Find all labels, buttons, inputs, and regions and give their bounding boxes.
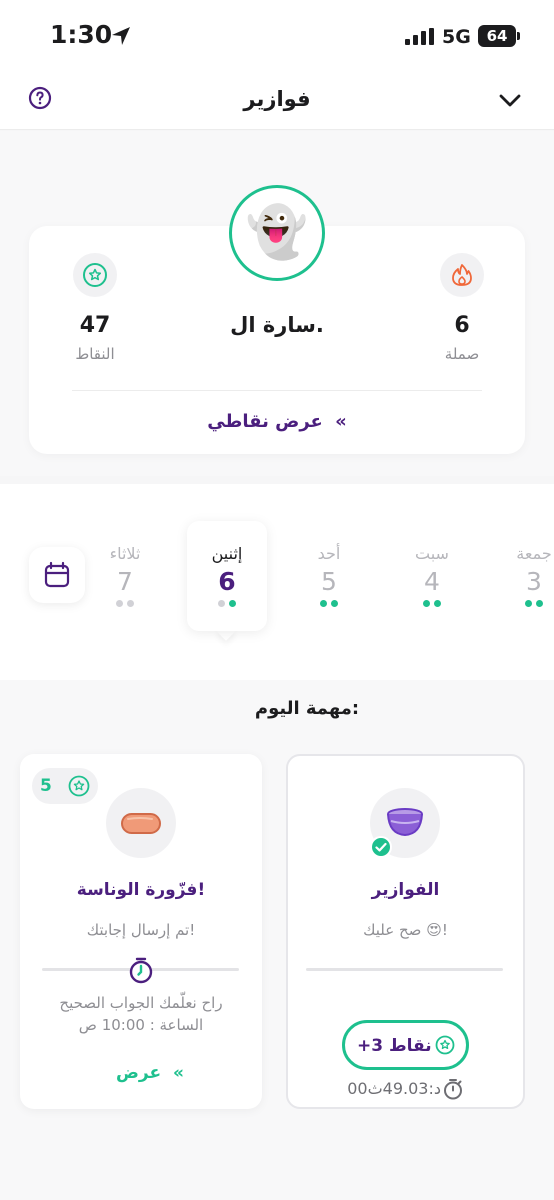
avatar[interactable]: 👻 (229, 185, 325, 281)
day-monday[interactable]: إثنين 6 (187, 544, 267, 607)
day-number: 7 (117, 567, 133, 596)
day-saturday[interactable]: سبت 4 (392, 544, 472, 607)
star-badge-icon (83, 263, 107, 287)
battery-tip (517, 32, 520, 40)
chevron-down-icon[interactable] (498, 88, 522, 112)
date-icon (121, 813, 161, 834)
day-number: 4 (424, 567, 440, 596)
day-status-dots (187, 600, 267, 607)
stopwatch-icon (129, 957, 153, 984)
battery-icon: 64 (478, 25, 516, 47)
view-answer-button[interactable]: عرض « (100, 1063, 200, 1083)
double-chevron-icon: « (173, 1063, 184, 1083)
flame-icon (452, 264, 472, 286)
network-label: 5G (442, 26, 471, 48)
points-earned-label: +3 نقاط (357, 1036, 432, 1056)
calendar-button[interactable] (29, 547, 85, 603)
day-status-dots (289, 600, 369, 607)
reward-value: 5 (40, 776, 52, 796)
status-bar: 1:30 5G 64 (0, 0, 554, 70)
points-earned-pill: +3 نقاط (342, 1020, 469, 1070)
day-status-dots (392, 600, 472, 607)
riddles-subtitle: صح عليك 😍! (363, 921, 448, 939)
calendar-icon (44, 561, 70, 588)
star-badge-icon (68, 775, 90, 797)
day-number: 3 (526, 567, 542, 596)
location-arrow-icon (112, 27, 130, 45)
fun-riddle-heading: فزّورة الوناسة! (76, 880, 206, 900)
answer-reveal-text: راح نعلّمك الجواب الصحيح الساعة : 10:00 … (36, 992, 246, 1036)
day-sunday[interactable]: أحد 5 (289, 544, 369, 607)
view-answer-label: عرض (116, 1063, 162, 1083)
fun-riddle-subtitle: تم إرسال إجابتك! (86, 921, 196, 939)
card-divider (72, 390, 482, 391)
points-value: 47 (79, 313, 111, 338)
streak-icon-circle (440, 253, 484, 297)
reward-badge: 5 (32, 768, 98, 804)
user-name: سارة ال. (230, 313, 324, 337)
nav-bar: فوازير (0, 70, 554, 130)
status-time: 1:30 (50, 20, 113, 49)
double-chevron-icon: « (335, 411, 347, 432)
time-taken: 00د:49.03ث (347, 1079, 441, 1098)
day-name: سبت (415, 544, 449, 563)
answer-reveal-line1: راح نعلّمك الجواب الصحيح (59, 994, 223, 1012)
riddles-progress-line (306, 968, 503, 971)
signal-icon (405, 28, 434, 45)
day-status-dots (494, 600, 554, 607)
answer-reveal-line2: الساعة : 10:00 ص (78, 1016, 204, 1034)
day-tuesday[interactable]: ثلاثاء 7 (85, 544, 165, 607)
view-points-label: عرض نقاطي (207, 411, 323, 432)
day-name: جمعة (516, 544, 552, 563)
streak-label: صملة (444, 345, 480, 363)
check-badge-icon (370, 836, 392, 858)
day-status-dots (85, 600, 165, 607)
day-number: 5 (321, 567, 337, 596)
points-icon-circle (73, 253, 117, 297)
day-name: إثنين (211, 544, 243, 563)
page-title: فوازير (243, 87, 311, 111)
star-badge-icon (435, 1035, 455, 1055)
stopwatch-icon (444, 1079, 462, 1100)
day-number: 6 (218, 567, 236, 596)
streak-value: 6 (454, 313, 470, 338)
points-label: النقاط (75, 345, 115, 363)
day-name: أحد (317, 544, 341, 563)
view-points-link[interactable]: عرض نقاطي « (160, 411, 394, 432)
riddles-heading: الفوازير (371, 880, 440, 900)
fun-riddle-icon-circle (106, 788, 176, 858)
day-friday[interactable]: جمعة 3 (494, 544, 554, 607)
day-name: ثلاثاء (109, 544, 141, 563)
task-title: مهمة اليوم: (254, 698, 360, 719)
